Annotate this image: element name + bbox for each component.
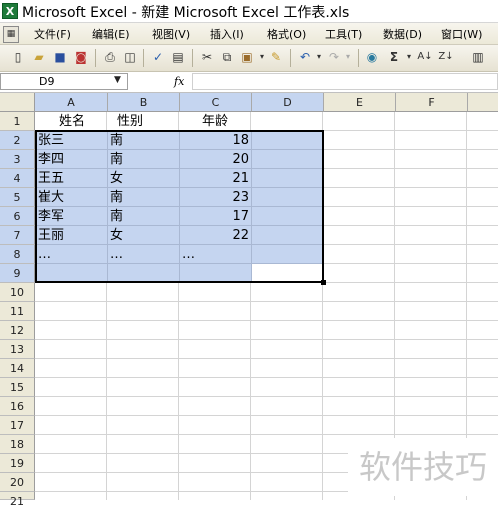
cell-name[interactable]: 张三: [36, 131, 108, 150]
standard-toolbar: ▯ ▰ ■ ◙ ⎙ ◫ ✓ ▤ ✂ ⧉ ▣ ▾ ✎ ↶ ▾ ↷ ▾ ◉ Σ ▾ …: [0, 45, 498, 72]
cell-age[interactable]: …: [180, 245, 252, 264]
save-icon[interactable]: ■: [52, 49, 68, 65]
name-box[interactable]: D9 ▼: [0, 73, 128, 90]
row-header[interactable]: 14: [0, 359, 35, 378]
cell-name[interactable]: 李四: [36, 150, 108, 169]
column-header-f[interactable]: F: [396, 93, 468, 112]
cell-name[interactable]: 王丽: [36, 226, 108, 245]
column-header-g[interactable]: [468, 93, 498, 112]
menu-tools[interactable]: 工具(T): [325, 26, 362, 42]
open-icon[interactable]: ▰: [31, 49, 47, 65]
row-header[interactable]: 10: [0, 283, 35, 302]
row-header[interactable]: 13: [0, 340, 35, 359]
chevron-down-icon[interactable]: ▼: [114, 75, 121, 85]
column-header-d[interactable]: D: [252, 93, 324, 112]
cell-age[interactable]: 18: [180, 131, 252, 150]
row-header[interactable]: 3: [0, 150, 35, 169]
print-icon[interactable]: ⎙: [102, 49, 118, 65]
header-cell-name[interactable]: 姓名: [36, 112, 108, 131]
select-all-button[interactable]: [0, 93, 35, 112]
row-header[interactable]: 2: [0, 131, 35, 150]
window-title: Microsoft Excel - 新建 Microsoft Excel 工作表…: [22, 5, 350, 21]
cell-name[interactable]: 崔大: [36, 188, 108, 207]
row-header[interactable]: 7: [0, 226, 35, 245]
menu-data[interactable]: 数据(D): [383, 26, 422, 42]
cell-name[interactable]: 李军: [36, 207, 108, 226]
row-header[interactable]: 17: [0, 416, 35, 435]
fill-handle[interactable]: [321, 280, 326, 285]
cell-gender[interactable]: 南: [108, 188, 180, 207]
menu-format[interactable]: 格式(O): [267, 26, 306, 42]
cell-name[interactable]: …: [36, 245, 108, 264]
excel-icon: X: [2, 3, 18, 19]
cell-gender[interactable]: 南: [108, 150, 180, 169]
column-header-c[interactable]: C: [180, 93, 252, 112]
permission-icon[interactable]: ◙: [73, 49, 89, 65]
chart-wizard-icon[interactable]: ▥: [470, 49, 486, 65]
column-header-a[interactable]: A: [35, 93, 108, 112]
cell-gender[interactable]: 女: [108, 226, 180, 245]
sort-ascending-icon[interactable]: A↓: [417, 49, 433, 65]
menu-insert[interactable]: 插入(I): [210, 26, 244, 42]
spelling-icon[interactable]: ✓: [150, 49, 166, 65]
column-header-b[interactable]: B: [108, 93, 180, 112]
row-header[interactable]: 12: [0, 321, 35, 340]
row-header[interactable]: 16: [0, 397, 35, 416]
redo-dropdown-icon[interactable]: ▾: [340, 49, 356, 65]
menu-view[interactable]: 视图(V): [152, 26, 190, 42]
print-preview-icon[interactable]: ◫: [122, 49, 138, 65]
cell-gender[interactable]: 南: [108, 207, 180, 226]
header-cell-age[interactable]: 年龄: [180, 112, 250, 131]
name-box-value: D9: [39, 75, 55, 88]
format-painter-icon[interactable]: ✎: [268, 49, 284, 65]
cell-age[interactable]: 20: [180, 150, 252, 169]
row-header[interactable]: 11: [0, 302, 35, 321]
header-cell-gender[interactable]: 性别: [108, 112, 152, 131]
cell-gender[interactable]: …: [108, 245, 180, 264]
row-header[interactable]: 5: [0, 188, 35, 207]
cell-age[interactable]: 23: [180, 188, 252, 207]
insert-function-icon[interactable]: fx: [174, 75, 184, 88]
cell-name[interactable]: 王五: [36, 169, 108, 188]
research-icon[interactable]: ▤: [170, 49, 186, 65]
menu-window[interactable]: 窗口(W): [441, 26, 482, 42]
menu-file[interactable]: 文件(F): [34, 26, 71, 42]
cell-gender[interactable]: 南: [108, 131, 180, 150]
row-header[interactable]: 6: [0, 207, 35, 226]
row-header[interactable]: 15: [0, 378, 35, 397]
row-header[interactable]: 18: [0, 435, 35, 454]
paste-icon[interactable]: ▣: [239, 49, 255, 65]
copy-icon[interactable]: ⧉: [219, 49, 235, 65]
cut-icon[interactable]: ✂: [199, 49, 215, 65]
row-header[interactable]: 8: [0, 245, 35, 264]
cell-age[interactable]: 17: [180, 207, 252, 226]
column-header-e[interactable]: E: [324, 93, 396, 112]
cell-gender[interactable]: 女: [108, 169, 180, 188]
autosum-icon[interactable]: Σ: [386, 49, 402, 65]
hyperlink-icon[interactable]: ◉: [364, 49, 380, 65]
workbook-icon[interactable]: ▦: [3, 26, 19, 43]
row-header[interactable]: 20: [0, 473, 35, 492]
menu-bar: ▦ 文件(F) 编辑(E) 视图(V) 插入(I) 格式(O) 工具(T) 数据…: [0, 23, 498, 45]
cell-age[interactable]: 21: [180, 169, 252, 188]
row-header[interactable]: 4: [0, 169, 35, 188]
row-header[interactable]: 19: [0, 454, 35, 473]
menu-edit[interactable]: 编辑(E): [92, 26, 130, 42]
autosum-dropdown-icon[interactable]: ▾: [401, 49, 417, 65]
title-bar: X Microsoft Excel - 新建 Microsoft Excel 工…: [0, 0, 498, 23]
new-icon[interactable]: ▯: [10, 49, 26, 65]
formula-bar: D9 ▼ fx: [0, 72, 498, 93]
formula-input[interactable]: [192, 73, 498, 90]
undo-dropdown-icon[interactable]: ▾: [311, 49, 327, 65]
watermark-text: 软件技巧: [348, 438, 498, 496]
cell-age[interactable]: 22: [180, 226, 252, 245]
sort-descending-icon[interactable]: Z↓: [438, 49, 454, 65]
row-header[interactable]: 1: [0, 112, 35, 131]
worksheet-grid: A B C D E F 1 2 3 4 5 6 7 8 9 10 11 12 1…: [0, 93, 498, 508]
row-header[interactable]: 21: [0, 492, 35, 508]
row-header[interactable]: 9: [0, 264, 35, 283]
